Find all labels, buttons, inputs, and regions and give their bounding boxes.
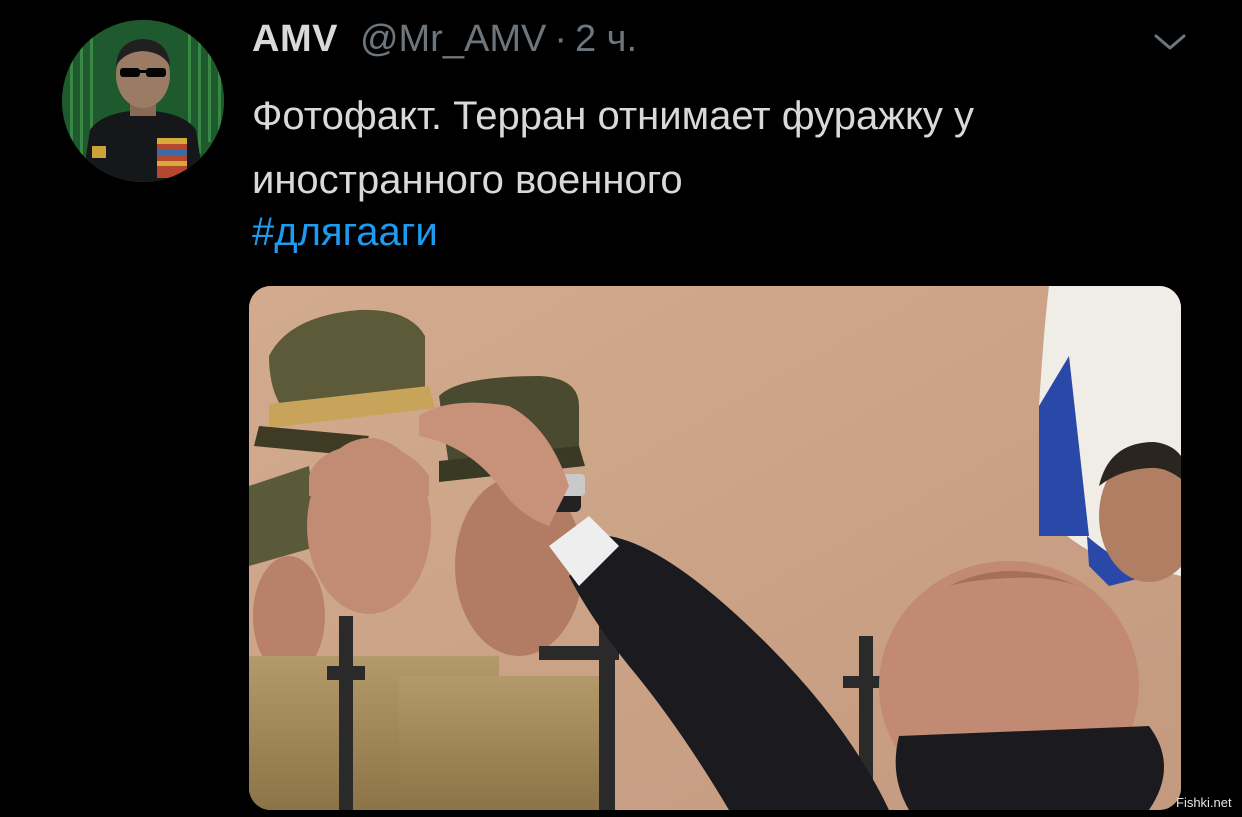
author-name[interactable]: AMV (252, 18, 338, 61)
tweet-card[interactable]: AMV @Mr_AMV · 2 ч. Фотофакт. Терран отни… (0, 0, 1242, 817)
hashtag-link[interactable]: #длягааги (252, 202, 438, 262)
author-avatar[interactable] (62, 20, 224, 182)
avatar-image (62, 20, 224, 182)
author-handle[interactable]: @Mr_AMV (360, 18, 546, 61)
tweet-text: Фотофакт. Терран отнимает фуражку у инос… (252, 94, 975, 202)
photo-image (249, 286, 1181, 810)
header-separator: · (554, 18, 567, 60)
chevron-down-icon[interactable] (1150, 28, 1190, 56)
watermark: Fishki.net (1176, 795, 1232, 810)
tweet-header: AMV @Mr_AMV · 2 ч. (252, 18, 637, 68)
tweet-timestamp[interactable]: 2 ч. (575, 18, 637, 61)
tweet-photo[interactable] (249, 286, 1181, 810)
